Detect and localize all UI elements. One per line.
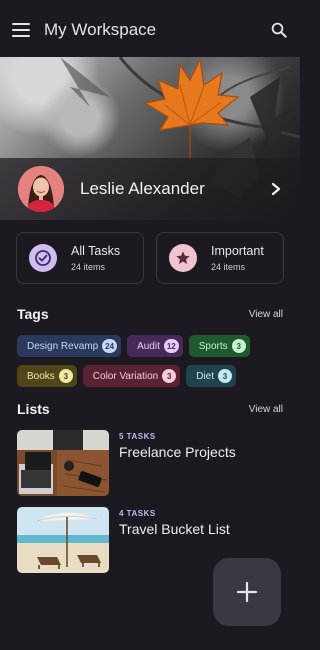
tag-label: Design Revamp [27, 340, 99, 352]
tag-count-badge: 3 [218, 369, 232, 383]
list-title: Travel Bucket List [119, 521, 230, 537]
lists-view-all-link[interactable]: View all [249, 404, 283, 415]
laptop-desk-thumbnail [17, 430, 109, 496]
beach-umbrella-thumbnail [17, 507, 109, 573]
tag-chip[interactable]: Color Variation 3 [82, 365, 181, 387]
tag-label: Color Variation [92, 370, 159, 382]
search-icon[interactable] [270, 21, 288, 39]
tag-chip[interactable]: Audit 12 [127, 335, 183, 357]
tag-chip[interactable]: Books 3 [17, 365, 77, 387]
tag-chip[interactable]: Sports 3 [188, 335, 250, 357]
lists-section-header: Lists View all [17, 401, 283, 417]
card-title: Important [211, 244, 264, 258]
tag-count-badge: 3 [231, 339, 246, 353]
tag-label: Audit [137, 340, 160, 352]
all-tasks-card[interactable]: All Tasks 24 items [16, 232, 144, 284]
top-app-bar: My Workspace [0, 0, 300, 60]
tag-label: Books [27, 370, 55, 382]
important-card[interactable]: Important 24 items [156, 232, 284, 284]
tag-chip[interactable]: Diet 3 [186, 365, 236, 387]
check-circle-icon [29, 244, 57, 272]
add-fab-button[interactable] [213, 558, 281, 626]
tags-list: Design Revamp 24 Audit 12 Sports 3 Books 3 C… [17, 335, 287, 395]
tag-label: Sports [198, 340, 228, 352]
tag-count-badge: 3 [58, 369, 73, 383]
profile-header-banner: Leslie Alexander [0, 57, 300, 220]
plus-icon [236, 581, 258, 603]
avatar [18, 166, 64, 212]
menu-icon[interactable] [12, 23, 30, 37]
tags-heading: Tags [17, 306, 49, 322]
profile-row[interactable]: Leslie Alexander [0, 158, 300, 220]
task-summary-cards: All Tasks 24 items Important 24 items [16, 232, 284, 284]
tags-view-all-link[interactable]: View all [249, 309, 283, 320]
profile-name: Leslie Alexander [80, 179, 205, 198]
tag-chip[interactable]: Design Revamp 24 [17, 335, 122, 357]
star-icon [169, 244, 197, 272]
app-title: My Workspace [44, 20, 157, 39]
tag-count-badge: 3 [162, 369, 177, 383]
tag-label: Diet [196, 370, 214, 382]
list-title: Freelance Projects [119, 444, 236, 460]
list-task-count: 4 TASKS [119, 509, 156, 518]
card-title: All Tasks [71, 244, 121, 258]
card-count: 24 items [211, 262, 246, 272]
chevron-right-icon[interactable] [270, 182, 282, 196]
tag-count-badge: 24 [102, 339, 118, 353]
tag-count-badge: 12 [163, 339, 179, 353]
maple-leaf-image [143, 58, 240, 160]
list-item-freelance-projects[interactable]: 5 TASKS Freelance Projects [17, 430, 283, 496]
tags-section-header: Tags View all [17, 306, 283, 322]
card-count: 24 items [71, 262, 106, 272]
lists-heading: Lists [17, 401, 50, 417]
list-task-count: 5 TASKS [119, 432, 156, 441]
